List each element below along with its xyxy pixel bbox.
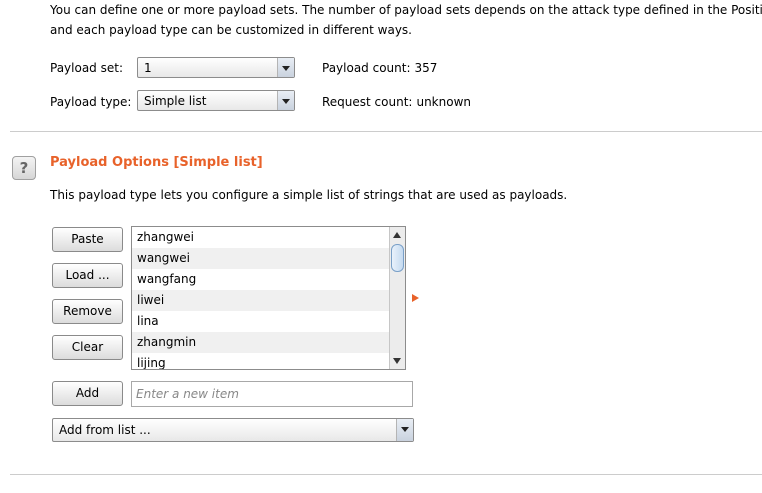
payload-count: Payload count: 357 (322, 60, 437, 76)
remove-button[interactable]: Remove (52, 299, 123, 324)
payload-type-select[interactable]: Simple list (137, 90, 295, 111)
chevron-down-icon[interactable] (277, 91, 294, 110)
add-button[interactable]: Add (52, 381, 123, 406)
payload-type-value: Simple list (144, 94, 207, 108)
section-divider (10, 131, 762, 132)
list-item[interactable]: lijing (132, 353, 390, 369)
add-from-list-value: Add from list ... (59, 423, 151, 437)
scroll-down-icon[interactable] (393, 358, 401, 364)
scroll-thumb[interactable] (391, 244, 404, 272)
payload-set-label: Payload set: (50, 61, 123, 75)
payload-set-value: 1 (144, 61, 152, 75)
list-item[interactable]: zhangwei (132, 227, 390, 248)
list-item[interactable]: liwei (132, 290, 390, 311)
payload-list-items: zhangwei wangwei wangfang liwei lina zhangmin… (132, 227, 390, 369)
payload-set-select[interactable]: 1 (137, 57, 295, 78)
request-count-label: Request count: (322, 95, 413, 109)
clear-button[interactable]: Clear (52, 335, 123, 360)
list-item[interactable]: wangwei (132, 248, 390, 269)
add-from-list-select[interactable]: Add from list ... (52, 418, 414, 442)
scroll-up-icon[interactable] (393, 232, 401, 238)
section-divider (10, 474, 762, 475)
intro-line-1: You can define one or more payload sets.… (50, 3, 762, 17)
list-item[interactable]: zhangmin (132, 332, 390, 353)
section-title: Payload Options [Simple list] (50, 155, 263, 170)
request-count: Request count: unknown (322, 94, 471, 110)
new-item-input[interactable] (131, 381, 413, 407)
section-description: This payload type lets you configure a s… (50, 188, 568, 202)
paste-button[interactable]: Paste (52, 227, 123, 252)
payloads-panel: You can define one or more payload sets.… (0, 0, 762, 493)
list-item[interactable]: wangfang (132, 269, 390, 290)
load-button[interactable]: Load ... (52, 263, 123, 288)
question-mark-icon[interactable]: ? (12, 156, 36, 180)
payload-type-label: Payload type: (50, 95, 132, 109)
payload-count-label: Payload count: (322, 61, 411, 75)
chevron-down-icon[interactable] (396, 419, 413, 441)
list-item[interactable]: lina (132, 311, 390, 332)
payload-list[interactable]: zhangwei wangwei wangfang liwei lina zhangmin… (131, 226, 406, 370)
vertical-scrollbar[interactable] (389, 227, 405, 369)
chevron-down-icon[interactable] (277, 58, 294, 77)
intro-line-2: and each payload type can be customized … (50, 23, 412, 37)
expand-arrow-icon[interactable] (412, 294, 419, 302)
intro-text: You can define one or more payload sets.… (50, 0, 762, 40)
payload-count-value: 357 (414, 61, 438, 75)
request-count-value: unknown (416, 95, 471, 109)
